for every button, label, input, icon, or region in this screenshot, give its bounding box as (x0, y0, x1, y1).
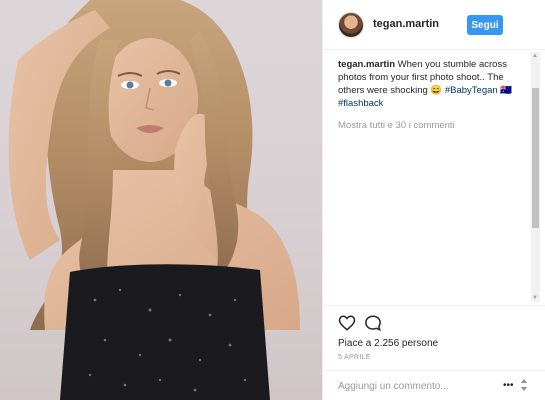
add-comment-bar: ••• (323, 370, 545, 400)
caption-flags: 🇦🇺 (497, 85, 513, 96)
hashtag-flashback[interactable]: #flashback (338, 98, 383, 109)
resize-handle-icon[interactable] (520, 378, 528, 392)
post-photo[interactable] (0, 0, 322, 400)
post-caption: tegan.martin When you stumble across pho… (338, 58, 528, 110)
likes-count[interactable]: Piace a 2.256 persone (338, 338, 438, 349)
photo-illustration (8, 0, 300, 400)
scroll-down-icon[interactable]: ▼ (532, 295, 538, 301)
comments-scrollbar[interactable]: ▲ ▼ (531, 52, 540, 302)
post-header: tegan.martin Segui (323, 0, 545, 50)
heart-outline-icon[interactable] (338, 314, 356, 332)
comments-section: tegan.martin When you stumble across pho… (338, 58, 528, 296)
post-actions: Piace a 2.256 persone 5 aprile (323, 305, 545, 369)
avatar[interactable] (338, 12, 364, 38)
speech-bubble-icon[interactable] (364, 314, 382, 332)
more-options-icon[interactable]: ••• (503, 380, 514, 391)
follow-button[interactable]: Segui (467, 15, 503, 35)
caption-username[interactable]: tegan.martin (338, 59, 395, 70)
post-date: 5 aprile (338, 354, 371, 361)
username-link[interactable]: tegan.martin (373, 18, 439, 30)
hashtag-babytegan[interactable]: #BabyTegan (445, 85, 498, 96)
view-all-comments-link[interactable]: Mostra tutti e 30 i commenti (338, 119, 528, 132)
scroll-up-icon[interactable]: ▲ (532, 53, 538, 59)
post-side-panel: tegan.martin Segui tegan.martin When you… (322, 0, 545, 400)
comment-input[interactable] (338, 377, 498, 395)
scrollbar-thumb[interactable] (532, 88, 539, 228)
